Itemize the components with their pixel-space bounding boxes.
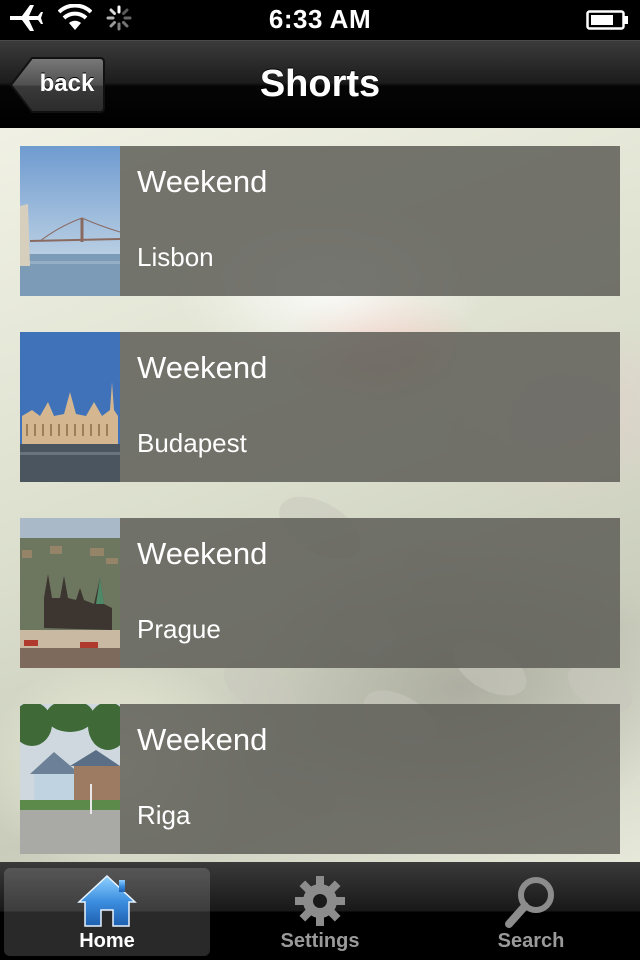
tab-settings-label: Settings bbox=[280, 930, 360, 952]
budapest-thumbnail bbox=[20, 332, 120, 482]
tab-search-label: Search bbox=[497, 930, 565, 952]
item-subtitle: Budapest bbox=[137, 428, 247, 458]
page-title: Shorts bbox=[259, 63, 381, 105]
battery-icon bbox=[586, 8, 630, 37]
navigation-bar: back Shorts bbox=[0, 40, 640, 128]
prague-thumbnail bbox=[20, 518, 120, 668]
gear-icon bbox=[217, 874, 423, 926]
item-subtitle: Prague bbox=[137, 614, 221, 644]
tab-search[interactable]: Search bbox=[428, 868, 634, 956]
item-subtitle: Riga bbox=[137, 800, 191, 830]
tab-bar: Home Settings Search bbox=[0, 862, 640, 960]
home-icon bbox=[4, 874, 210, 927]
list-item[interactable]: Weekend Riga bbox=[20, 704, 620, 854]
status-time: 6:33 AM bbox=[268, 4, 372, 34]
list-item[interactable]: Weekend Prague bbox=[20, 518, 620, 668]
status-bar: 6:33 AM bbox=[0, 0, 640, 40]
tab-settings[interactable]: Settings bbox=[217, 868, 423, 956]
content-area[interactable]: Weekend Lisbon Weekend Budapest Weekend … bbox=[0, 128, 640, 862]
tab-home[interactable]: Home bbox=[4, 868, 210, 956]
lisbon-thumbnail bbox=[20, 146, 120, 296]
tab-home-label: Home bbox=[79, 930, 135, 952]
list-item[interactable]: Weekend Lisbon bbox=[20, 146, 620, 296]
item-title: Weekend bbox=[137, 350, 268, 385]
item-title: Weekend bbox=[137, 722, 268, 757]
riga-thumbnail bbox=[20, 704, 120, 854]
item-title: Weekend bbox=[137, 536, 268, 571]
item-title: Weekend bbox=[137, 164, 268, 199]
magnifier-icon bbox=[428, 874, 634, 928]
list-item[interactable]: Weekend Budapest bbox=[20, 332, 620, 482]
item-subtitle: Lisbon bbox=[137, 242, 214, 272]
